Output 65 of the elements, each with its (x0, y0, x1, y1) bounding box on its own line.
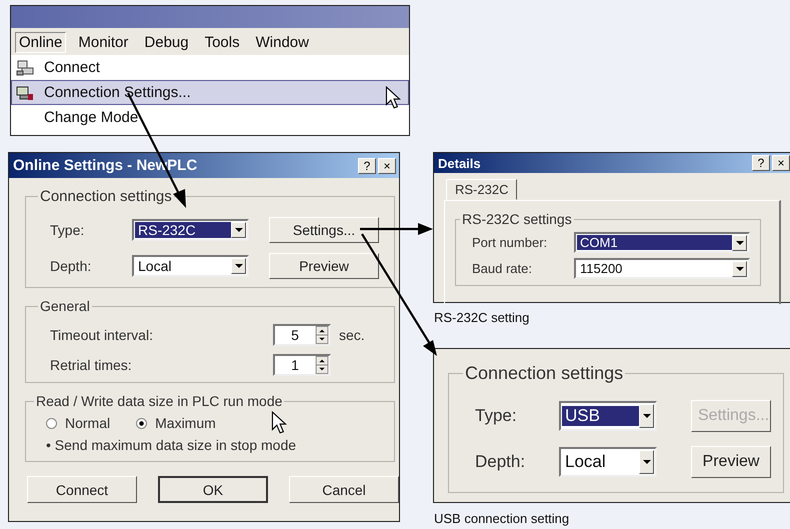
menu-bar-item[interactable]: Monitor (74, 32, 132, 53)
type-label: Type: (50, 222, 86, 238)
radio-option[interactable]: Maximum (136, 415, 216, 431)
menu-bar-item[interactable]: Tools (200, 32, 244, 53)
unit-label: sec. (339, 327, 365, 343)
dropdown-field[interactable]: 115200 (574, 258, 750, 279)
dropdown-value: Local (137, 258, 172, 274)
retrial-label: Retrial times: (50, 357, 133, 373)
help-button[interactable]: ? (358, 158, 376, 174)
timeout-spinbox[interactable]: 5 (273, 324, 331, 346)
type-dropdown[interactable]: RS-232C (132, 219, 249, 241)
settings-button[interactable]: Settings... (269, 217, 379, 243)
group-label: Read / Write data size in PLC run mode (35, 393, 284, 409)
dropdown-value: Local (564, 452, 607, 472)
close-button[interactable]: × (378, 158, 396, 174)
tab[interactable]: RS-232C (446, 179, 518, 200)
menu-bar-item[interactable]: Window (252, 32, 313, 53)
menu-item[interactable]: Connect (11, 55, 409, 80)
figure-caption: RS-232C setting (434, 310, 530, 325)
group-label: RS-232C settings (461, 211, 573, 227)
radio-option[interactable]: Normal (46, 415, 110, 431)
dropdown-value: 115200 (579, 261, 624, 276)
dialog-title: Details (438, 156, 481, 170)
spinbox-value: 5 (290, 327, 300, 343)
timeout-label: Timeout interval: (50, 327, 154, 343)
radio-button[interactable] (136, 418, 148, 428)
radio-button[interactable] (46, 418, 57, 428)
mouse-pointer-icon (271, 411, 287, 435)
spin-arrows-icon[interactable] (315, 326, 329, 344)
menu-item[interactable]: Connection Settings... (11, 80, 409, 105)
radio-label: Maximum (155, 415, 216, 431)
preview-button[interactable]: Preview (269, 253, 379, 279)
spinbox-value: 1 (290, 357, 300, 373)
menu-bar-item[interactable]: Online (15, 32, 66, 53)
computer-icon (16, 60, 34, 76)
dropdown-field[interactable]: COM1 (574, 232, 750, 253)
type-dropdown[interactable]: USB (559, 401, 657, 431)
retrial-spinbox[interactable]: 1 (273, 354, 331, 376)
field-label: Port number: (472, 235, 548, 250)
help-button[interactable]: ? (752, 155, 770, 171)
computer-gear-icon (16, 84, 34, 100)
dialog-button[interactable]: Cancel (289, 476, 399, 503)
figure-caption: USB connection setting (434, 511, 570, 526)
group-label: Connection settings (39, 188, 173, 205)
spin-arrows-icon[interactable] (315, 356, 329, 374)
radio-label: Normal (65, 415, 110, 431)
preview-button[interactable]: Preview (691, 446, 771, 478)
dialog-button[interactable]: OK (158, 476, 268, 503)
dropdown-value: COM1 (577, 235, 732, 250)
group-label: General (39, 298, 91, 314)
field-label: Baud rate: (472, 261, 533, 276)
menu-bar-item[interactable]: Debug (140, 32, 193, 53)
depth-label: Depth: (50, 258, 92, 274)
depth-dropdown[interactable]: Local (132, 255, 249, 277)
group-label: Connection settings (464, 363, 624, 384)
close-button[interactable]: × (772, 155, 790, 171)
dropdown-value: USB (562, 406, 639, 426)
depth-dropdown[interactable]: Local (559, 447, 657, 477)
menu-item[interactable]: Change Mode (11, 105, 409, 130)
note-text: • Send maximum data size in stop mode (46, 437, 298, 453)
mouse-pointer-icon (385, 86, 401, 110)
dropdown-value: RS-232C (135, 222, 231, 238)
depth-label: Depth: (475, 452, 526, 472)
type-label: Type: (475, 406, 518, 426)
dialog-button[interactable]: Connect (27, 476, 137, 503)
